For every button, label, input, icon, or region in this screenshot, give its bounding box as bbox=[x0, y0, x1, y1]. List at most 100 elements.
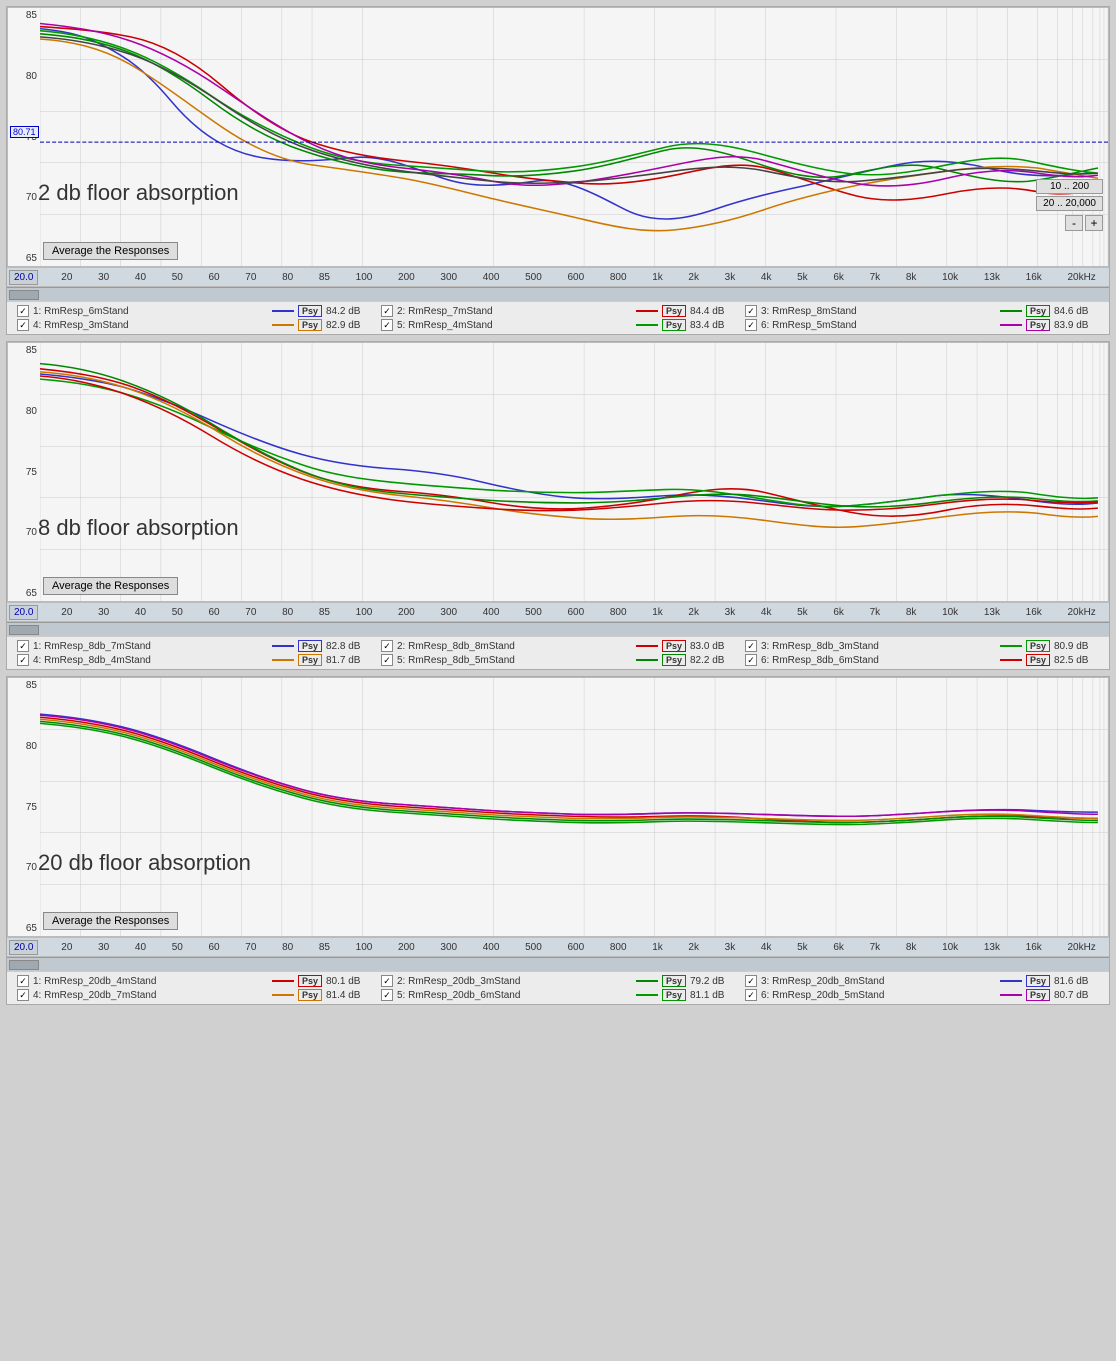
x-tick-label: 600 bbox=[567, 607, 584, 618]
x-tick-label: 80 bbox=[282, 272, 293, 283]
legend-row: ✓2: RmResp_7mStandPsy84.4 dB bbox=[381, 305, 735, 317]
legend-db-value: 81.7 dB bbox=[326, 655, 371, 666]
x-tick-label: 1k bbox=[652, 272, 663, 283]
legend-checkbox[interactable]: ✓ bbox=[745, 319, 757, 331]
legend-checkbox[interactable]: ✓ bbox=[17, 640, 29, 652]
legend-line bbox=[636, 659, 658, 661]
legend-psy-button[interactable]: Psy bbox=[662, 319, 686, 331]
curve-4 bbox=[40, 31, 1098, 175]
legend-psy-button[interactable]: Psy bbox=[1026, 305, 1050, 317]
legend-checkbox[interactable]: ✓ bbox=[381, 319, 393, 331]
legend-psy-button[interactable]: Psy bbox=[1026, 975, 1050, 987]
x-tick-label: 5k bbox=[797, 607, 808, 618]
x-axis-ticks: 20304050607080851002003004005006008001k2… bbox=[38, 607, 1109, 618]
legend-checkbox[interactable]: ✓ bbox=[17, 654, 29, 666]
average-responses-button[interactable]: Average the Responses bbox=[43, 577, 178, 595]
scrollbar[interactable] bbox=[7, 622, 1109, 636]
x-axis-start-value[interactable]: 20.0 bbox=[9, 270, 38, 285]
chart-area-chart1: 85807570652 db floor absorption80.7110 .… bbox=[7, 7, 1109, 267]
legend-psy-button[interactable]: Psy bbox=[662, 640, 686, 652]
legend-checkbox[interactable]: ✓ bbox=[745, 989, 757, 1001]
legend-psy-button[interactable]: Psy bbox=[1026, 640, 1050, 652]
legend-psy-button[interactable]: Psy bbox=[298, 975, 322, 987]
scroll-thumb[interactable] bbox=[9, 290, 39, 300]
x-axis-start-value[interactable]: 20.0 bbox=[9, 940, 38, 955]
legend-psy-button[interactable]: Psy bbox=[662, 305, 686, 317]
legend-checkbox[interactable]: ✓ bbox=[17, 989, 29, 1001]
legend-checkbox[interactable]: ✓ bbox=[381, 305, 393, 317]
legend-psy-button[interactable]: Psy bbox=[298, 640, 322, 652]
range-button[interactable]: 20 .. 20,000 bbox=[1036, 196, 1103, 211]
average-responses-button[interactable]: Average the Responses bbox=[43, 912, 178, 930]
x-tick-label: 13k bbox=[984, 942, 1000, 953]
legend-checkbox[interactable]: ✓ bbox=[381, 640, 393, 652]
legend-checkbox[interactable]: ✓ bbox=[745, 640, 757, 652]
legend-line bbox=[1000, 659, 1022, 661]
legend-checkbox[interactable]: ✓ bbox=[17, 305, 29, 317]
legend-line bbox=[1000, 980, 1022, 982]
legend-row: ✓1: RmResp_8db_7mStandPsy82.8 dB bbox=[17, 640, 371, 652]
legend-name: 1: RmResp_20db_4mStand bbox=[33, 976, 268, 987]
legend-line bbox=[636, 324, 658, 326]
legend-checkbox[interactable]: ✓ bbox=[745, 305, 757, 317]
chart-label-chart2: 8 db floor absorption bbox=[38, 515, 239, 541]
x-tick-label: 1k bbox=[652, 942, 663, 953]
legend-psy-button[interactable]: Psy bbox=[662, 989, 686, 1001]
legend-psy-button[interactable]: Psy bbox=[298, 319, 322, 331]
x-tick-label: 500 bbox=[525, 942, 542, 953]
zoom-out-button[interactable]: - bbox=[1065, 215, 1083, 231]
range-button[interactable]: 10 .. 200 bbox=[1036, 179, 1103, 194]
legend-psy-button[interactable]: Psy bbox=[1026, 654, 1050, 666]
legend-checkbox[interactable]: ✓ bbox=[381, 989, 393, 1001]
legend-checkbox[interactable]: ✓ bbox=[17, 975, 29, 987]
legend-checkbox[interactable]: ✓ bbox=[381, 654, 393, 666]
legend-psy-button[interactable]: Psy bbox=[298, 305, 322, 317]
x-tick-label: 300 bbox=[440, 607, 457, 618]
legend-line bbox=[636, 994, 658, 996]
scroll-thumb[interactable] bbox=[9, 960, 39, 970]
scrollbar[interactable] bbox=[7, 287, 1109, 301]
x-tick-label: 85 bbox=[319, 607, 330, 618]
x-tick-label: 10k bbox=[942, 942, 958, 953]
average-responses-button[interactable]: Average the Responses bbox=[43, 242, 178, 260]
x-tick-label: 7k bbox=[870, 942, 881, 953]
scroll-thumb[interactable] bbox=[9, 625, 39, 635]
zoom-in-button[interactable]: + bbox=[1085, 215, 1103, 231]
legend-name: 6: RmResp_5mStand bbox=[761, 320, 996, 331]
x-tick-label: 2k bbox=[688, 607, 699, 618]
x-tick-label: 800 bbox=[610, 272, 627, 283]
legend-psy-button[interactable]: Psy bbox=[1026, 319, 1050, 331]
legend-db-value: 81.1 dB bbox=[690, 990, 735, 1001]
curve-5 bbox=[40, 715, 1098, 816]
y-axis-label: 75 bbox=[26, 467, 37, 478]
x-tick-label: 400 bbox=[483, 607, 500, 618]
x-axis-start-value[interactable]: 20.0 bbox=[9, 605, 38, 620]
curve-2 bbox=[40, 34, 1098, 182]
x-tick-label: 4k bbox=[761, 607, 772, 618]
legend-psy-button[interactable]: Psy bbox=[662, 975, 686, 987]
x-tick-label: 100 bbox=[356, 607, 373, 618]
chart-area-chart2: 85807570658 db floor absorptionAverage t… bbox=[7, 342, 1109, 602]
y-axis-label: 85 bbox=[26, 680, 37, 691]
legend-db-value: 82.2 dB bbox=[690, 655, 735, 666]
scrollbar[interactable] bbox=[7, 957, 1109, 971]
x-tick-label: 400 bbox=[483, 942, 500, 953]
legend-psy-button[interactable]: Psy bbox=[662, 654, 686, 666]
legend-checkbox[interactable]: ✓ bbox=[381, 975, 393, 987]
x-tick-label: 8k bbox=[906, 272, 917, 283]
legend-row: ✓2: RmResp_20db_3mStandPsy79.2 dB bbox=[381, 975, 735, 987]
legend-line bbox=[272, 645, 294, 647]
zoom-buttons: -+ bbox=[1036, 215, 1103, 231]
legend-psy-button[interactable]: Psy bbox=[298, 654, 322, 666]
legend-checkbox[interactable]: ✓ bbox=[745, 975, 757, 987]
legend-checkbox[interactable]: ✓ bbox=[17, 319, 29, 331]
y-axis-label: 70 bbox=[26, 527, 37, 538]
legend-psy-button[interactable]: Psy bbox=[1026, 989, 1050, 1001]
panel-chart3: 858075706520 db floor absorptionAverage … bbox=[6, 676, 1110, 1005]
x-tick-label: 2k bbox=[688, 942, 699, 953]
legend-checkbox[interactable]: ✓ bbox=[745, 654, 757, 666]
chart-inner-chart3 bbox=[40, 678, 1108, 936]
legend-psy-button[interactable]: Psy bbox=[298, 989, 322, 1001]
chart-inner-chart1 bbox=[40, 8, 1108, 266]
x-axis-ticks: 20304050607080851002003004005006008001k2… bbox=[38, 272, 1109, 283]
